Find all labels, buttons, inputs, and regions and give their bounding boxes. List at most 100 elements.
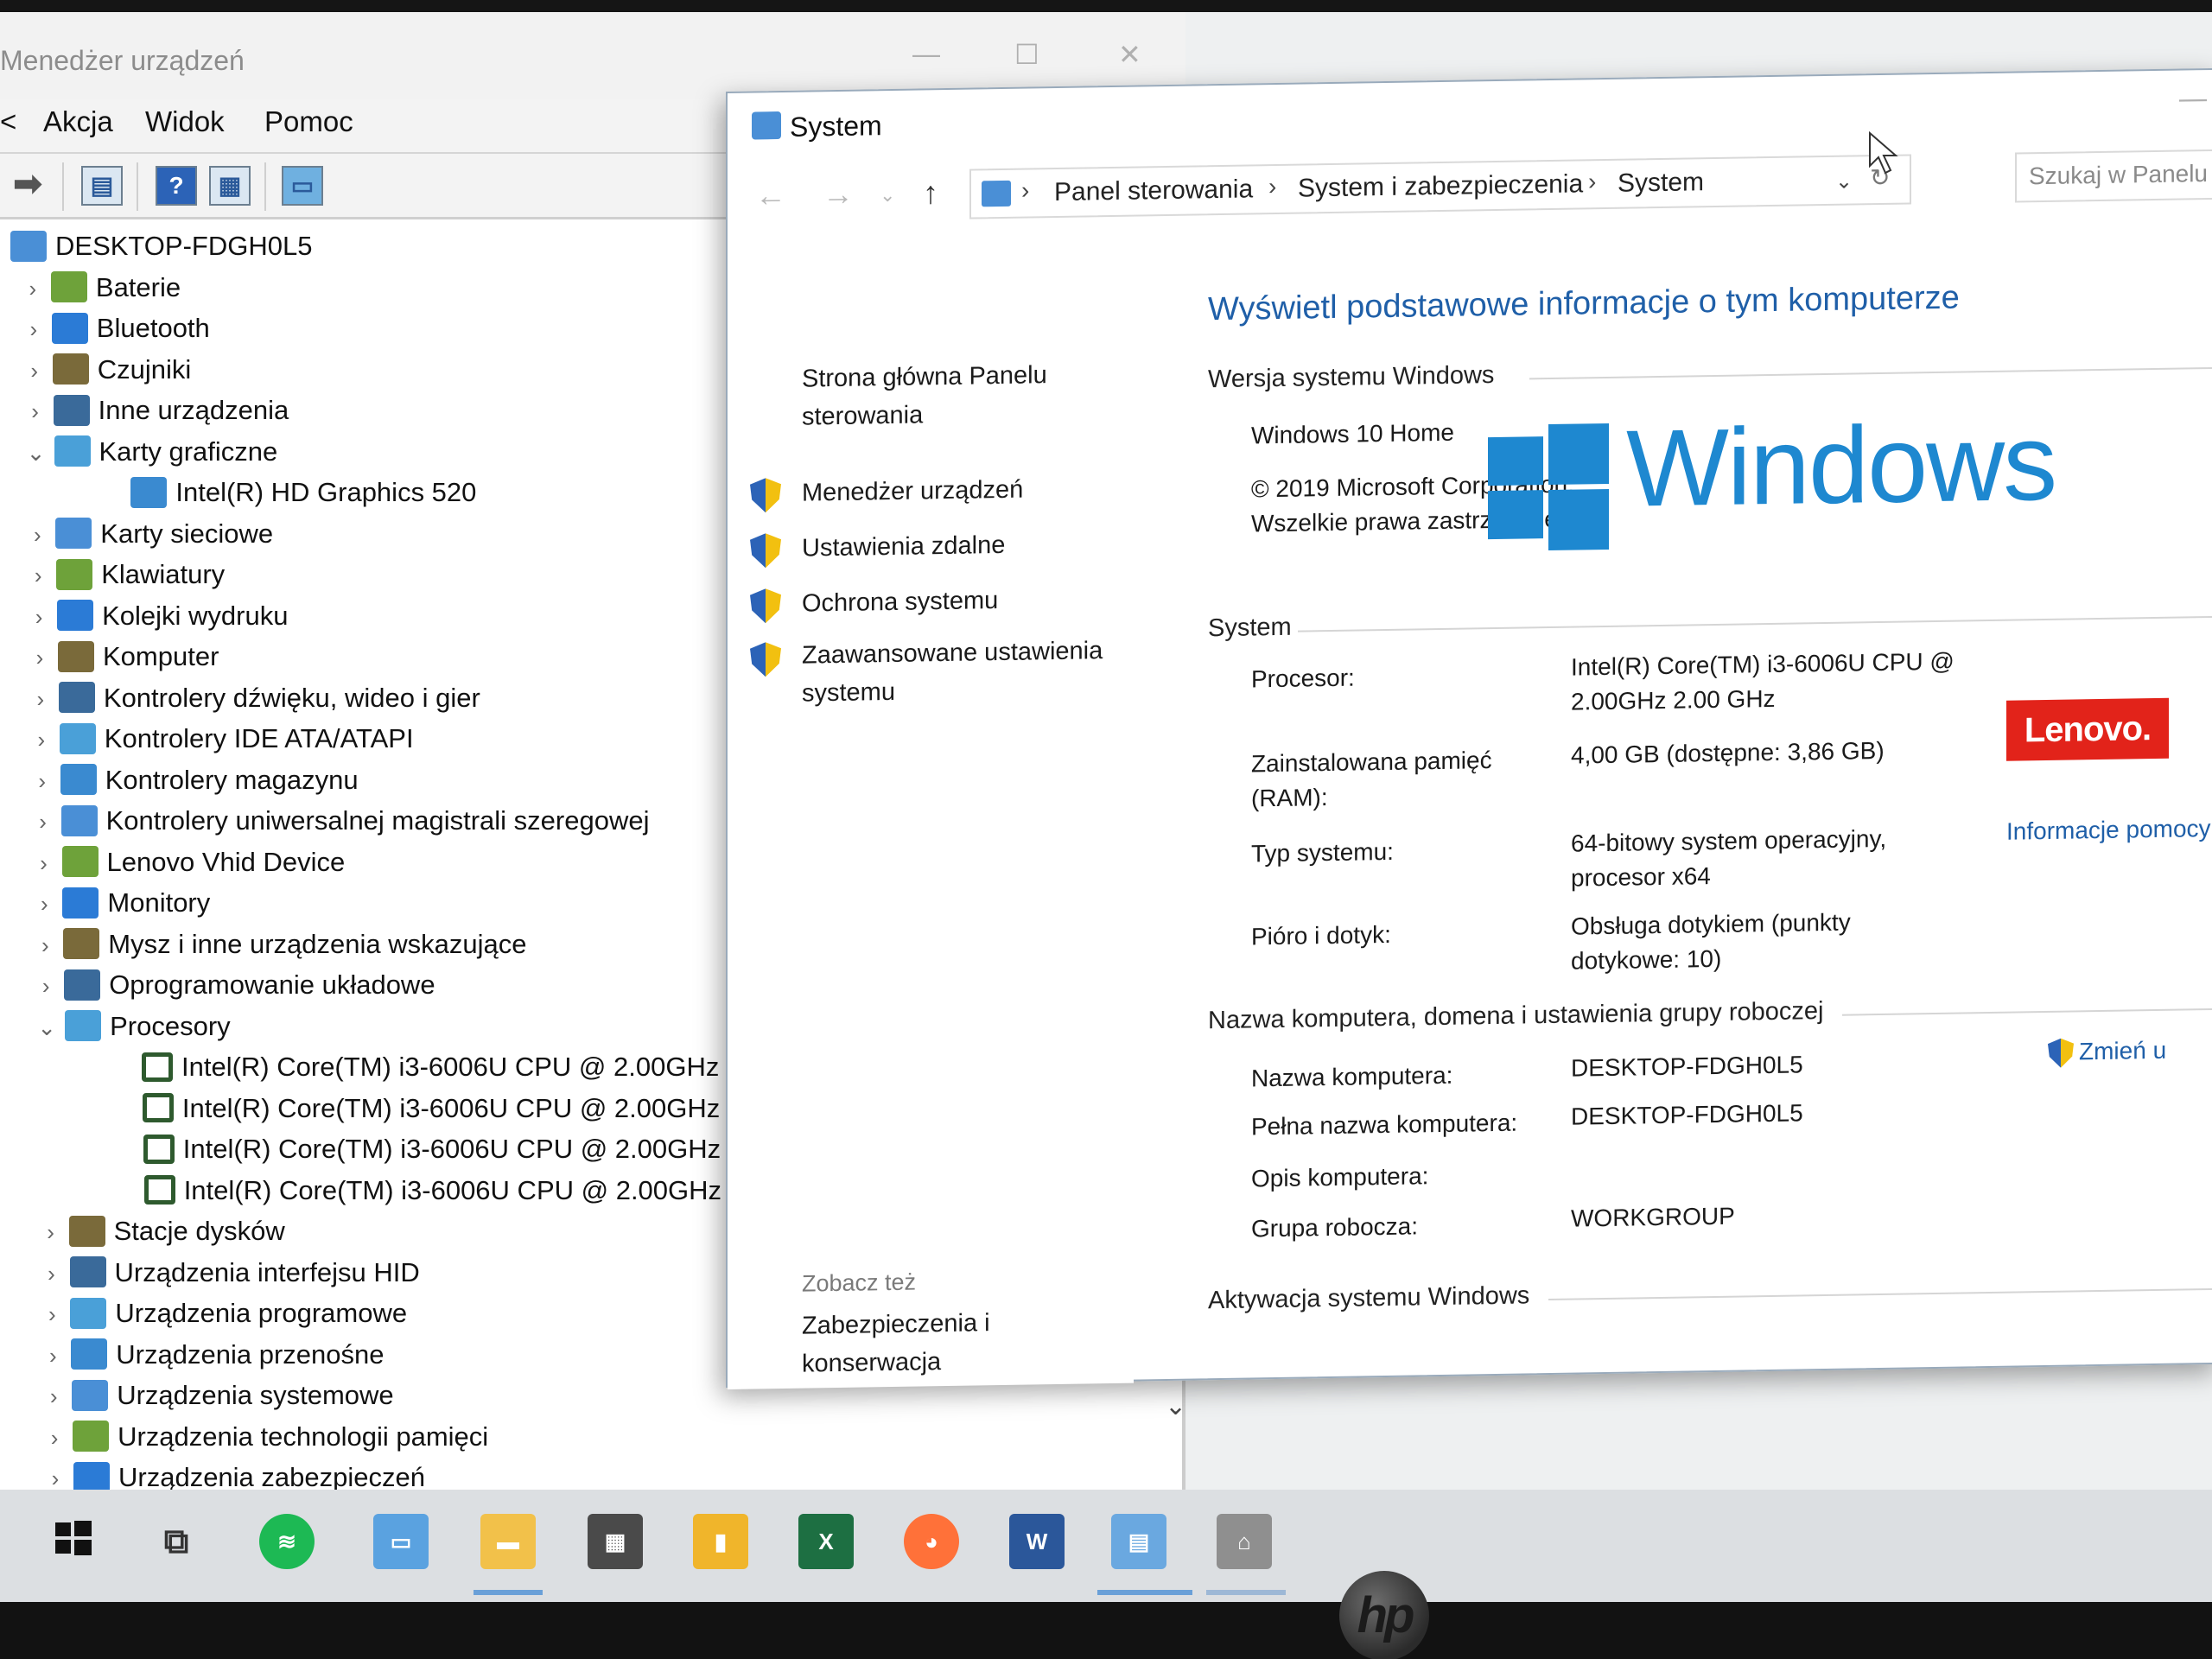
tree-category[interactable]: › Mysz i inne urządzenia wskazujące [32, 925, 526, 964]
chevron-right-icon[interactable]: › [27, 638, 53, 677]
tree-label: Oprogramowanie układowe [109, 969, 435, 1000]
forward-arrow-icon[interactable]: ➡ [7, 166, 48, 206]
chevron-right-icon[interactable]: › [24, 515, 50, 555]
tree-category[interactable]: › Urządzenia technologii pamięci [41, 1417, 488, 1457]
word-icon[interactable]: W [1009, 1514, 1065, 1569]
spotify-icon[interactable]: ≋ [259, 1514, 315, 1569]
file-explorer-icon[interactable]: ▬ [480, 1514, 536, 1569]
chevron-right-icon[interactable]: › [41, 1376, 67, 1416]
chevron-right-icon[interactable]: › [31, 843, 57, 883]
chevron-right-icon[interactable]: › [31, 884, 57, 924]
tree-category[interactable]: › Lenovo Vhid Device [31, 842, 345, 883]
tree-device[interactable]: Intel(R) HD Graphics 520 [99, 473, 476, 512]
recent-chevron-icon[interactable]: ⌄ [880, 184, 895, 207]
search-box[interactable]: Szukaj w Panelu s [2015, 149, 2212, 203]
excel-icon[interactable]: X [798, 1514, 854, 1569]
tree-category[interactable]: › Stacje dysków [38, 1211, 285, 1251]
grid-view-icon[interactable]: ▦ [209, 166, 251, 206]
chevron-right-icon[interactable]: › [28, 679, 54, 719]
menu-pomoc[interactable]: Pomoc [264, 105, 353, 138]
tree-category[interactable]: › Klawiatury [25, 555, 225, 594]
control-panel-home-link[interactable]: Strona główna Panelu sterowania [802, 356, 1047, 435]
up-arrow-icon[interactable]: ↑ [923, 175, 938, 211]
device-manager-link[interactable]: Menedżer urządzeń [802, 471, 1023, 512]
scan-hardware-icon[interactable]: ▭ [282, 166, 323, 206]
security-maintenance-link[interactable]: Zabezpieczenia i konserwacja [802, 1302, 1134, 1383]
tree-category[interactable]: › Oprogramowanie układowe [33, 965, 435, 1005]
tree-category[interactable]: › Kontrolery IDE ATA/ATAPI [29, 719, 414, 759]
chevron-right-icon[interactable]: › [38, 1212, 64, 1252]
chevron-right-icon[interactable]: › [39, 1294, 65, 1334]
minimize-icon[interactable]: — [2179, 82, 2207, 115]
change-settings-link[interactable]: Zmień u [2079, 1037, 2166, 1066]
tree-category[interactable]: › Urządzenia interfejsu HID [39, 1253, 420, 1293]
advanced-settings-link[interactable]: Zaawansowane ustawienia systemu [802, 632, 1103, 712]
tree-root[interactable]: DESKTOP-FDGH0L5 [5, 226, 312, 266]
chevron-right-icon[interactable]: › [39, 1254, 65, 1294]
chevron-right-icon[interactable]: › [20, 269, 46, 308]
calculator-icon[interactable]: ▦ [588, 1514, 643, 1569]
computer-name-label: Nazwa komputera: [1251, 1061, 1453, 1092]
address-bar[interactable]: › Panel sterowania › System i zabezpiecz… [969, 154, 1911, 219]
menu-akcja[interactable]: Akcja [43, 105, 113, 138]
tree-category[interactable]: › Baterie [20, 268, 181, 308]
chevron-right-icon[interactable]: › [40, 1336, 66, 1376]
chevron-right-icon[interactable]: › [26, 597, 52, 637]
tree-device[interactable]: Intel(R) Core(TM) i3-6006U CPU @ 2.00GHz [113, 1171, 721, 1211]
breadcrumb-system-i-zabezpieczenia[interactable]: System i zabezpieczenia [1298, 169, 1583, 203]
control-panel-taskbar-icon[interactable]: ▤ [1111, 1514, 1166, 1569]
this-pc-icon[interactable]: ▭ [373, 1514, 429, 1569]
forward-arrow-icon[interactable]: → [823, 176, 854, 213]
tree-category[interactable]: ⌄ Procesory [34, 1007, 231, 1046]
tree-device[interactable]: Intel(R) Core(TM) i3-6006U CPU @ 2.00GHz [111, 1089, 720, 1128]
remote-settings-link[interactable]: Ustawienia zdalne [802, 526, 1005, 568]
properties-icon[interactable]: ▤ [81, 166, 123, 206]
tree-category[interactable]: › Kolejki wydruku [26, 596, 288, 636]
chevron-right-icon[interactable]: › [33, 966, 59, 1006]
tree-category[interactable]: › Monitory [31, 883, 210, 923]
tree-device[interactable]: Intel(R) Core(TM) i3-6006U CPU @ 2.00GHz [112, 1129, 721, 1169]
chevron-right-icon[interactable]: › [41, 1418, 67, 1458]
address-dropdown-icon[interactable]: ⌄ [1835, 169, 1853, 194]
tree-category[interactable]: › Urządzenia systemowe [41, 1376, 394, 1416]
firefox-icon[interactable]: ◕ [904, 1514, 959, 1569]
system-protection-link[interactable]: Ochrona systemu [802, 582, 998, 623]
maximize-icon[interactable]: ☐ [1014, 38, 1039, 71]
support-info-link[interactable]: Informacje pomocy [2006, 815, 2211, 846]
tree-category[interactable]: › Bluetooth [21, 308, 210, 348]
power-bi-icon[interactable]: ▮ [693, 1514, 748, 1569]
breadcrumb-panel-sterowania[interactable]: Panel sterowania [1054, 175, 1253, 207]
task-view-icon[interactable]: ⧉ [149, 1514, 204, 1569]
tree-category[interactable]: › Kontrolery uniwersalnej magistrali szer… [30, 801, 649, 842]
menu-widok[interactable]: Widok [145, 105, 225, 138]
start-windows-icon[interactable] [45, 1514, 100, 1569]
chevron-right-icon[interactable]: › [21, 309, 47, 349]
chevron-right-icon[interactable]: › [32, 925, 58, 965]
chevron-right-icon[interactable]: › [29, 761, 55, 801]
chevron-right-icon[interactable]: › [22, 391, 48, 431]
tree-category[interactable]: › Karty sieciowe [24, 514, 273, 554]
scroll-down-icon[interactable]: ⌄ [1165, 1391, 1186, 1421]
tree-category[interactable]: › Kontrolery magazynu [29, 760, 359, 800]
menu-file-partial[interactable]: < [0, 105, 16, 138]
tree-device[interactable]: Intel(R) Core(TM) i3-6006U CPU @ 2.00GHz [111, 1047, 719, 1087]
device-manager-taskbar-icon[interactable]: ⌂ [1217, 1514, 1272, 1569]
tree-category[interactable]: › Komputer [27, 637, 219, 677]
tree-category[interactable]: › Kontrolery dźwięku, wideo i gier [28, 678, 480, 718]
tree-category[interactable]: ⌄ Karty graficzne [23, 432, 277, 473]
chevron-right-icon[interactable]: › [30, 802, 56, 842]
close-icon[interactable]: ✕ [1118, 38, 1141, 71]
chevron-right-icon[interactable]: › [25, 556, 51, 595]
tree-category[interactable]: › Czujniki [22, 350, 191, 391]
help-icon[interactable]: ? [156, 166, 197, 206]
tree-category[interactable]: › Urządzenia przenośne [40, 1335, 384, 1375]
chevron-right-icon[interactable]: › [22, 351, 48, 391]
tree-category[interactable]: › Inne urządzenia [22, 391, 289, 430]
chevron-right-icon[interactable]: › [29, 720, 54, 760]
breadcrumb-system[interactable]: System [1618, 168, 1704, 199]
tree-category[interactable]: › Urządzenia programowe [39, 1294, 407, 1333]
back-arrow-icon[interactable]: ← [755, 177, 786, 214]
chevron-down-icon[interactable]: ⌄ [23, 433, 49, 473]
minimize-icon[interactable]: — [912, 38, 940, 70]
chevron-down-icon[interactable]: ⌄ [34, 1007, 60, 1047]
